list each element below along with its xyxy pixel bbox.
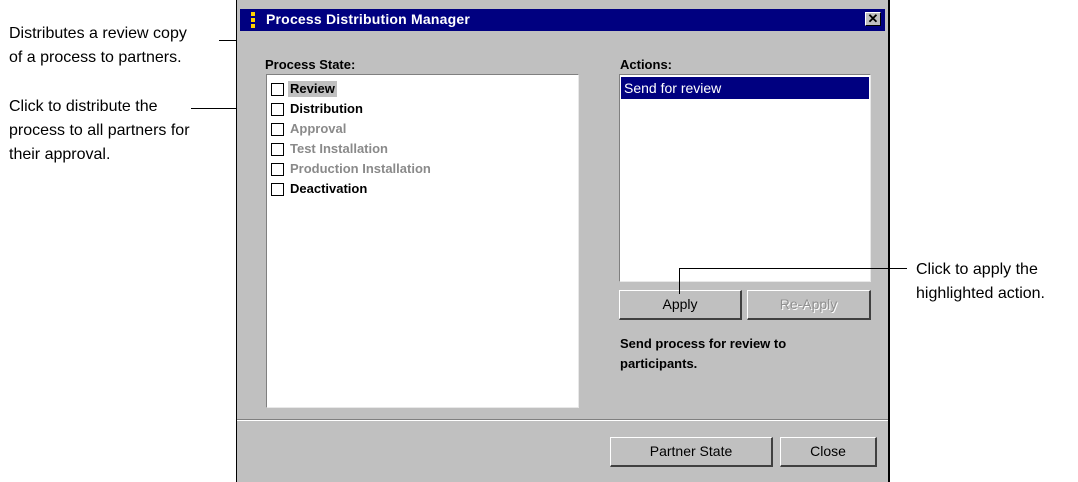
reapply-button[interactable]: Re-Apply [747,290,871,320]
state-checkbox-production-installation[interactable] [271,163,284,176]
state-item-review[interactable]: Review [267,79,578,99]
state-item-test-installation[interactable]: Test Installation [267,139,578,159]
callout-apply-line-1: Click to apply the [916,261,1038,278]
action-description: Send process for review to participants. [620,336,787,371]
actions-label: Actions: [620,57,672,72]
state-label-test-installation: Test Installation [290,141,388,156]
state-checkbox-test-installation[interactable] [271,143,284,156]
apply-button[interactable]: Apply [619,290,742,320]
actions-list[interactable]: Send for review [619,74,871,282]
callout-review-line-2: of a process to partners. [9,49,182,66]
callout-apply-line-2: highlighted action. [916,285,1045,302]
state-label-approval: Approval [290,121,347,136]
callout-distribution-line-1: Click to distribute the [9,98,158,115]
process-distribution-dialog: Process Distribution Manager ✕ Process S… [236,0,890,482]
callout-distribution-line-2: process to all partners for [9,122,190,139]
leader-line-apply-v [679,268,680,294]
partner-state-button[interactable]: Partner State [610,437,773,467]
footer-separator [237,419,888,421]
window-title: Process Distribution Manager [266,11,470,27]
state-label-deactivation: Deactivation [290,181,368,196]
state-label-review: Review [288,81,337,97]
app-icon [250,12,256,28]
callout-apply: Click to apply the highlighted action. [916,258,1045,306]
process-state-label: Process State: [265,57,356,72]
leader-line-apply-h [679,268,907,269]
callout-review: Distributes a review copy of a process t… [9,22,187,70]
callout-review-line-1: Distributes a review copy [9,25,187,42]
state-checkbox-distribution[interactable] [271,103,284,116]
title-bar[interactable]: Process Distribution Manager ✕ [240,9,885,31]
state-item-production-installation[interactable]: Production Installation [267,159,578,179]
close-icon[interactable]: ✕ [865,12,881,26]
state-checkbox-deactivation[interactable] [271,183,284,196]
state-label-production-installation: Production Installation [290,161,431,176]
close-button[interactable]: Close [780,437,877,467]
action-item-send-for-review[interactable]: Send for review [621,77,869,99]
callout-distribution-line-3: their approval. [9,146,111,163]
state-item-deactivation[interactable]: Deactivation [267,179,578,199]
state-label-distribution: Distribution [290,101,363,116]
process-state-list[interactable]: Review Distribution Approval Test Instal… [266,74,579,408]
state-checkbox-approval[interactable] [271,123,284,136]
state-item-approval[interactable]: Approval [267,119,578,139]
callout-distribution: Click to distribute the process to all p… [9,95,190,167]
state-item-distribution[interactable]: Distribution [267,99,578,119]
state-checkbox-review[interactable] [271,83,284,96]
